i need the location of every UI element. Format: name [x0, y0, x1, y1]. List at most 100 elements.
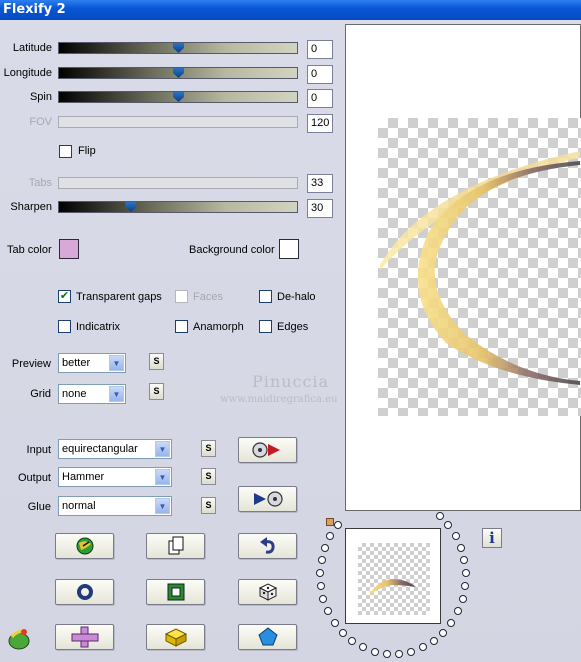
chevron-down-icon: ▼ — [109, 355, 124, 371]
chevron-down-icon: ▼ — [155, 469, 170, 485]
navigator-dot[interactable] — [348, 636, 357, 645]
navigator-dot[interactable] — [395, 649, 404, 658]
navigator-dot[interactable] — [454, 607, 462, 616]
navigator-dot[interactable] — [319, 595, 328, 604]
navigator-dot[interactable] — [439, 628, 448, 637]
navigator-dot[interactable] — [316, 569, 325, 578]
sharpen-slider-thumb[interactable] — [125, 202, 137, 212]
navigator-dot[interactable] — [429, 636, 438, 645]
save-preset-button[interactable] — [238, 486, 297, 512]
randomize-button[interactable] — [55, 533, 114, 559]
navigator-dot[interactable] — [316, 582, 325, 591]
anamorph-label: Anamorph — [193, 321, 244, 333]
preview-area[interactable] — [345, 24, 581, 511]
navigator-dot[interactable] — [460, 556, 469, 565]
indicatrix-checkbox[interactable] — [58, 320, 71, 333]
grid-label: Grid — [30, 388, 51, 400]
cross-icon — [71, 626, 98, 648]
latitude-value[interactable]: 0 — [307, 40, 333, 59]
output-select[interactable]: Hammer ▼ — [58, 467, 172, 487]
navigator-dot[interactable] — [359, 643, 368, 652]
input-save-default-button[interactable]: S — [201, 440, 216, 457]
undo-button[interactable] — [238, 533, 297, 559]
tab-color-label: Tab color — [7, 244, 52, 256]
navigator-dot[interactable] — [407, 647, 416, 656]
spin-value[interactable]: 0 — [307, 89, 333, 108]
spin-slider-thumb[interactable] — [173, 92, 184, 102]
navigator-dot[interactable] — [444, 521, 453, 530]
edges-checkbox[interactable] — [259, 320, 272, 333]
disk-save-icon — [253, 491, 283, 507]
output-label: Output — [17, 472, 51, 484]
info-button[interactable]: i — [482, 528, 502, 548]
navigator-dot[interactable] — [370, 647, 379, 656]
navigator-dot[interactable] — [382, 649, 391, 658]
tab-color-swatch[interactable] — [59, 239, 79, 259]
undo-arrow-icon — [259, 537, 275, 554]
dice-button[interactable] — [238, 579, 297, 605]
longitude-slider[interactable] — [58, 67, 298, 79]
glue-label: Glue — [27, 501, 51, 513]
fov-slider — [58, 116, 298, 128]
navigator-dot[interactable] — [451, 531, 460, 540]
flip-checkbox[interactable] — [59, 145, 72, 158]
frame-button[interactable] — [146, 579, 205, 605]
navigator-dot[interactable] — [330, 618, 339, 627]
thumbnail-preview[interactable] — [345, 528, 441, 624]
navigator-dot[interactable] — [418, 643, 427, 652]
sharpen-value[interactable]: 30 — [307, 199, 333, 218]
anamorph-checkbox[interactable] — [175, 320, 188, 333]
navigator-dot[interactable] — [435, 511, 444, 520]
latitude-slider[interactable] — [58, 42, 298, 54]
copy-pages-icon — [168, 536, 183, 555]
de-halo-checkbox[interactable] — [259, 290, 272, 303]
longitude-slider-thumb[interactable] — [173, 68, 184, 78]
grid-select[interactable]: none ▼ — [58, 384, 126, 404]
latitude-slider-thumb[interactable] — [173, 43, 184, 53]
navigator-dot[interactable] — [326, 531, 335, 540]
open-preset-button[interactable] — [238, 437, 297, 463]
watermark-name: Pinuccia — [252, 372, 330, 391]
flip-label: Flip — [78, 145, 96, 157]
cube-icon — [164, 628, 187, 647]
output-save-default-button[interactable]: S — [201, 468, 216, 485]
navigator-dot[interactable] — [321, 543, 329, 552]
preview-select[interactable]: better ▼ — [58, 353, 126, 373]
cross-button[interactable] — [55, 624, 114, 650]
navigator-dot[interactable] — [333, 521, 342, 530]
navigator-dot[interactable] — [338, 628, 347, 637]
navigator-handle[interactable] — [326, 518, 334, 526]
navigator-dot[interactable] — [461, 582, 470, 591]
input-select[interactable]: equirectangular ▼ — [58, 439, 172, 459]
navigator-dot[interactable] — [456, 543, 465, 552]
glue-select[interactable]: normal ▼ — [58, 496, 172, 516]
globe-icon — [76, 537, 93, 555]
pentagon-button[interactable] — [238, 624, 297, 650]
spin-slider[interactable] — [58, 91, 298, 103]
longitude-value[interactable]: 0 — [307, 65, 333, 84]
fov-value: 120 — [307, 114, 333, 133]
ring-button[interactable] — [55, 579, 114, 605]
thumbnail-image — [368, 579, 416, 597]
spin-label: Spin — [29, 91, 52, 103]
disk-load-icon — [251, 442, 280, 458]
preview-save-default-button[interactable]: S — [149, 353, 164, 370]
glue-select-value: normal — [62, 500, 96, 512]
glue-save-default-button[interactable]: S — [201, 497, 216, 514]
frame-icon — [167, 583, 184, 601]
output-select-value: Hammer — [62, 471, 105, 483]
navigator-dot[interactable] — [458, 595, 467, 604]
cube-button[interactable] — [146, 624, 205, 650]
navigator-dot[interactable] — [447, 618, 456, 627]
sharpen-slider[interactable] — [58, 201, 298, 213]
copy-button[interactable] — [146, 533, 205, 559]
chevron-down-icon: ▼ — [109, 386, 124, 402]
grid-save-default-button[interactable]: S — [149, 383, 164, 400]
navigator-dot[interactable] — [461, 569, 470, 578]
edges-label: Edges — [277, 321, 309, 333]
sharpen-label: Sharpen — [10, 201, 52, 213]
navigator-dot[interactable] — [317, 556, 326, 565]
background-color-swatch[interactable] — [279, 239, 299, 259]
navigator-dot[interactable] — [323, 607, 332, 616]
transparent-gaps-checkbox[interactable]: ✔ — [58, 290, 71, 303]
